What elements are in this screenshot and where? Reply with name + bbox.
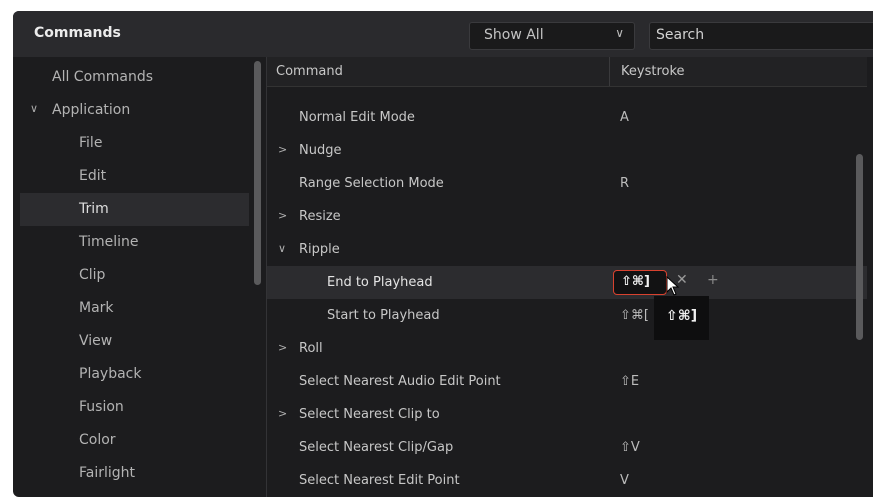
column-header-keystroke[interactable]: Keystroke (621, 64, 685, 79)
search-input[interactable]: Search (649, 22, 873, 50)
column-header-command[interactable]: Command (276, 64, 343, 79)
sidebar-item-fairlight[interactable]: Fairlight (20, 457, 249, 490)
table-row[interactable]: > Select Nearest Clip to (267, 398, 867, 431)
panel-header: Commands Show All ∨ Search (13, 11, 873, 57)
sidebar-item-view[interactable]: View (20, 325, 249, 358)
sidebar-item-timeline[interactable]: Timeline (20, 226, 249, 259)
chevron-down-icon[interactable]: ∨ (30, 102, 38, 115)
pointer-cursor-icon (666, 276, 680, 296)
sidebar-item-color[interactable]: Color (20, 424, 249, 457)
table-row[interactable]: Normal Edit Mode A (267, 101, 867, 134)
sidebar-item-trim[interactable]: Trim (20, 193, 249, 226)
commands-panel: Commands Show All ∨ Search All Commands … (13, 11, 873, 497)
table-scrollbar[interactable] (856, 154, 863, 340)
keystroke-edit-field[interactable]: ⇧⌘] (613, 270, 667, 295)
sidebar-item-playback[interactable]: Playback (20, 358, 249, 391)
table-row[interactable]: ∨ Ripple (267, 233, 867, 266)
keystroke-tooltip: ⇧⌘] (654, 296, 709, 340)
table-row[interactable]: Start to Playhead ⇧⌘[ (267, 299, 867, 332)
chevron-right-icon[interactable]: > (278, 143, 287, 156)
commands-table: Command Keystroke Normal Edit Mode A > N… (267, 57, 873, 497)
filter-value: Show All (484, 27, 544, 43)
chevron-right-icon[interactable]: > (278, 209, 287, 222)
chevron-right-icon[interactable]: > (278, 407, 287, 420)
sidebar-item-mark[interactable]: Mark (20, 292, 249, 325)
table-row[interactable]: > Resize (267, 200, 867, 233)
table-row[interactable]: Range Selection Mode R (267, 167, 867, 200)
show-filter-dropdown[interactable]: Show All ∨ (469, 22, 635, 50)
plus-icon[interactable]: + (707, 272, 719, 288)
table-row[interactable]: Select Nearest Edit Point V (267, 464, 867, 497)
sidebar-item-edit[interactable]: Edit (20, 160, 249, 193)
sidebar-item-all-commands[interactable]: All Commands (20, 61, 249, 94)
chevron-down-icon: ∨ (615, 26, 624, 40)
table-row[interactable]: > Roll (267, 332, 867, 365)
panel-title: Commands (34, 25, 121, 41)
sidebar-item-clip[interactable]: Clip (20, 259, 249, 292)
table-header: Command Keystroke (267, 57, 867, 87)
sidebar-item-application[interactable]: ∨ Application (20, 94, 249, 127)
column-divider[interactable] (609, 57, 610, 86)
table-row[interactable]: Select Nearest Clip/Gap ⇧V (267, 431, 867, 464)
sidebar-item-fusion[interactable]: Fusion (20, 391, 249, 424)
chevron-right-icon[interactable]: > (278, 341, 287, 354)
table-row[interactable]: Select Nearest Audio Edit Point ⇧E (267, 365, 867, 398)
chevron-down-icon[interactable]: ∨ (278, 242, 286, 255)
table-row[interactable]: > Nudge (267, 134, 867, 167)
sidebar-scrollbar[interactable] (254, 61, 261, 285)
search-placeholder: Search (656, 27, 705, 43)
sidebar-item-file[interactable]: File (20, 127, 249, 160)
table-row-selected[interactable]: End to Playhead ⇧⌘] ✕ + (267, 266, 867, 299)
command-categories: All Commands ∨ Application File Edit Tri… (20, 61, 249, 497)
